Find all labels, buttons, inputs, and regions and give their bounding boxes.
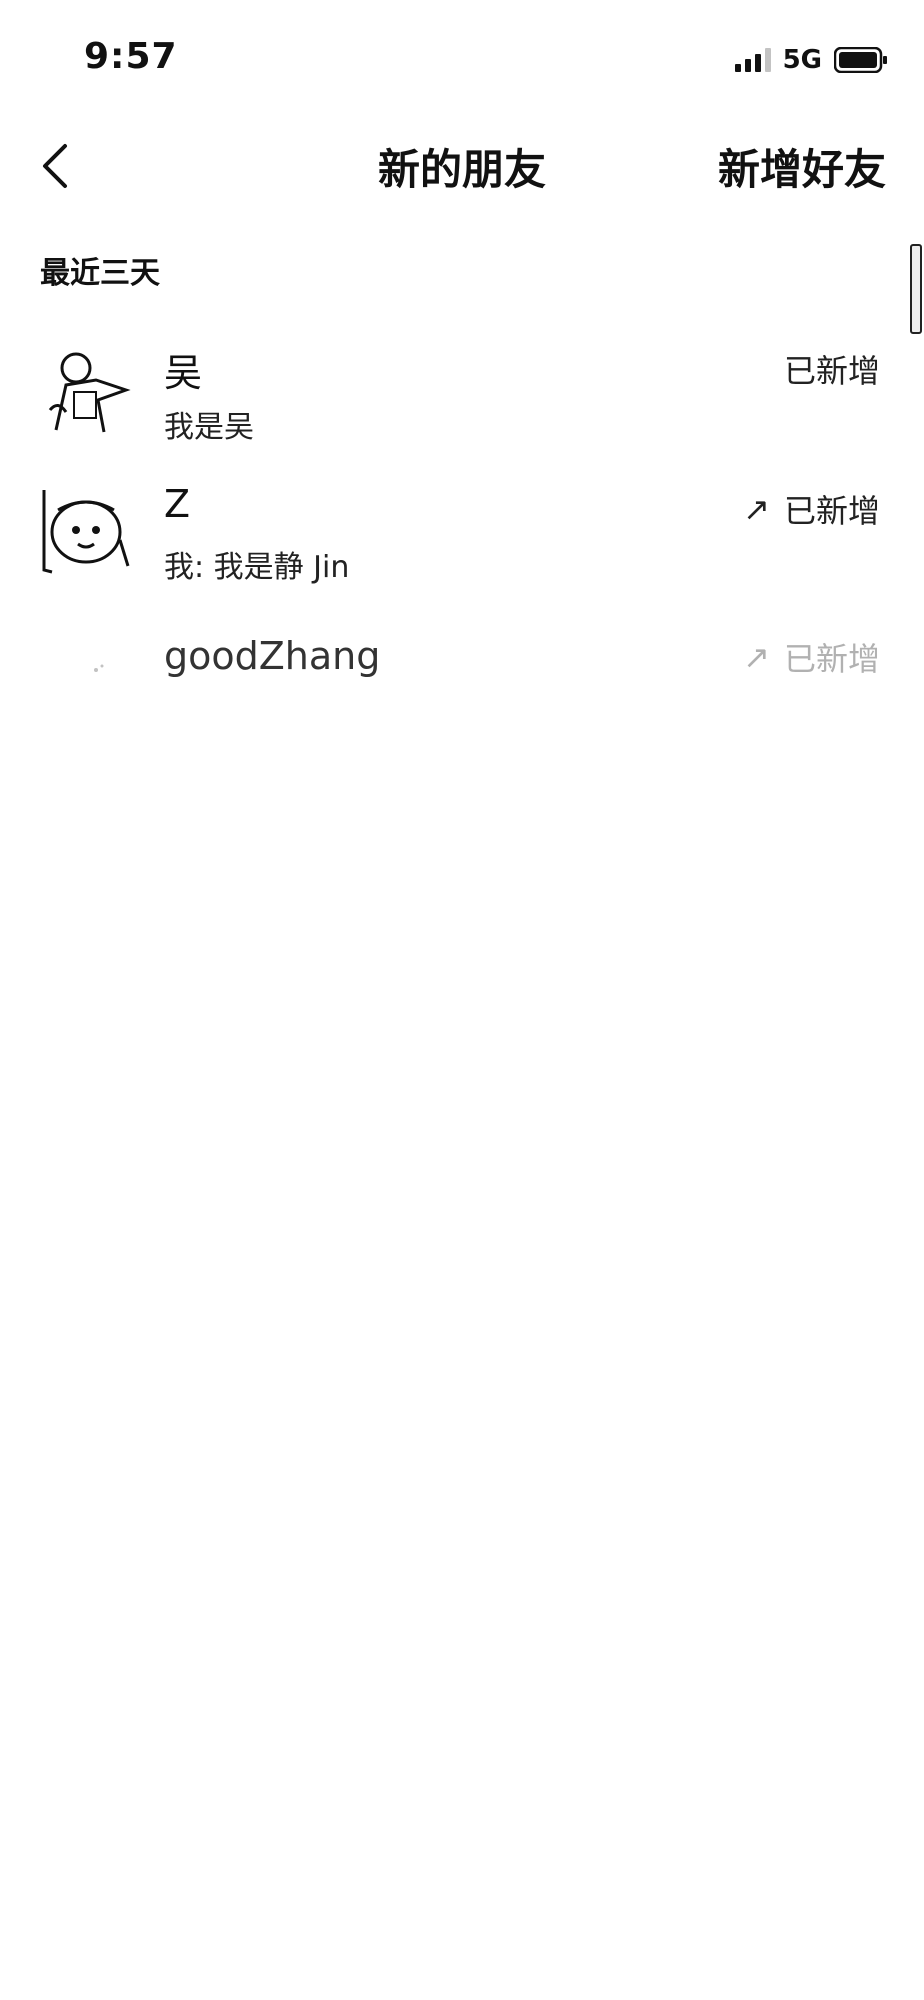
network-type: 5G: [782, 45, 822, 75]
friend-row[interactable]: Z 我: 我是静 Jin ↗ 已新增: [0, 470, 924, 600]
friend-name: Z: [164, 482, 191, 526]
friend-row[interactable]: 吴 我是吴 已新增: [0, 330, 924, 460]
arrow-up-right-icon: ↗: [743, 638, 770, 676]
status-label: 已新增: [783, 640, 880, 678]
friend-status: ↗ 已新增: [743, 486, 880, 532]
friend-status: ↗ 已新增: [743, 634, 880, 680]
section-title-recent: 最近三天: [40, 256, 160, 291]
friend-name: goodZhang: [164, 634, 381, 678]
avatar[interactable]: [36, 480, 136, 580]
status-label: 已新增: [783, 352, 880, 390]
friend-name: 吴: [164, 351, 203, 395]
avatar[interactable]: [36, 618, 136, 718]
status-bar: 9:57 5G: [0, 0, 924, 120]
signal-icon: [734, 48, 771, 72]
friend-status: 已新增: [784, 346, 880, 392]
friend-row[interactable]: goodZhang ↗ 已新增: [0, 608, 924, 738]
nav-header: 新的朋友 新增好友: [0, 120, 924, 210]
arrow-up-right-icon: ↗: [743, 490, 770, 528]
scrollbar[interactable]: [910, 244, 922, 334]
status-label: 已新增: [783, 492, 880, 530]
avatar[interactable]: [36, 340, 136, 440]
friend-message: 我是吴: [164, 410, 254, 445]
status-indicators: 5G: [734, 42, 888, 78]
status-time: 9:57: [84, 36, 178, 77]
friend-message: 我: 我是静 Jin: [164, 550, 350, 585]
add-friend-button[interactable]: 新增好友: [718, 136, 886, 197]
battery-icon: [833, 46, 888, 74]
